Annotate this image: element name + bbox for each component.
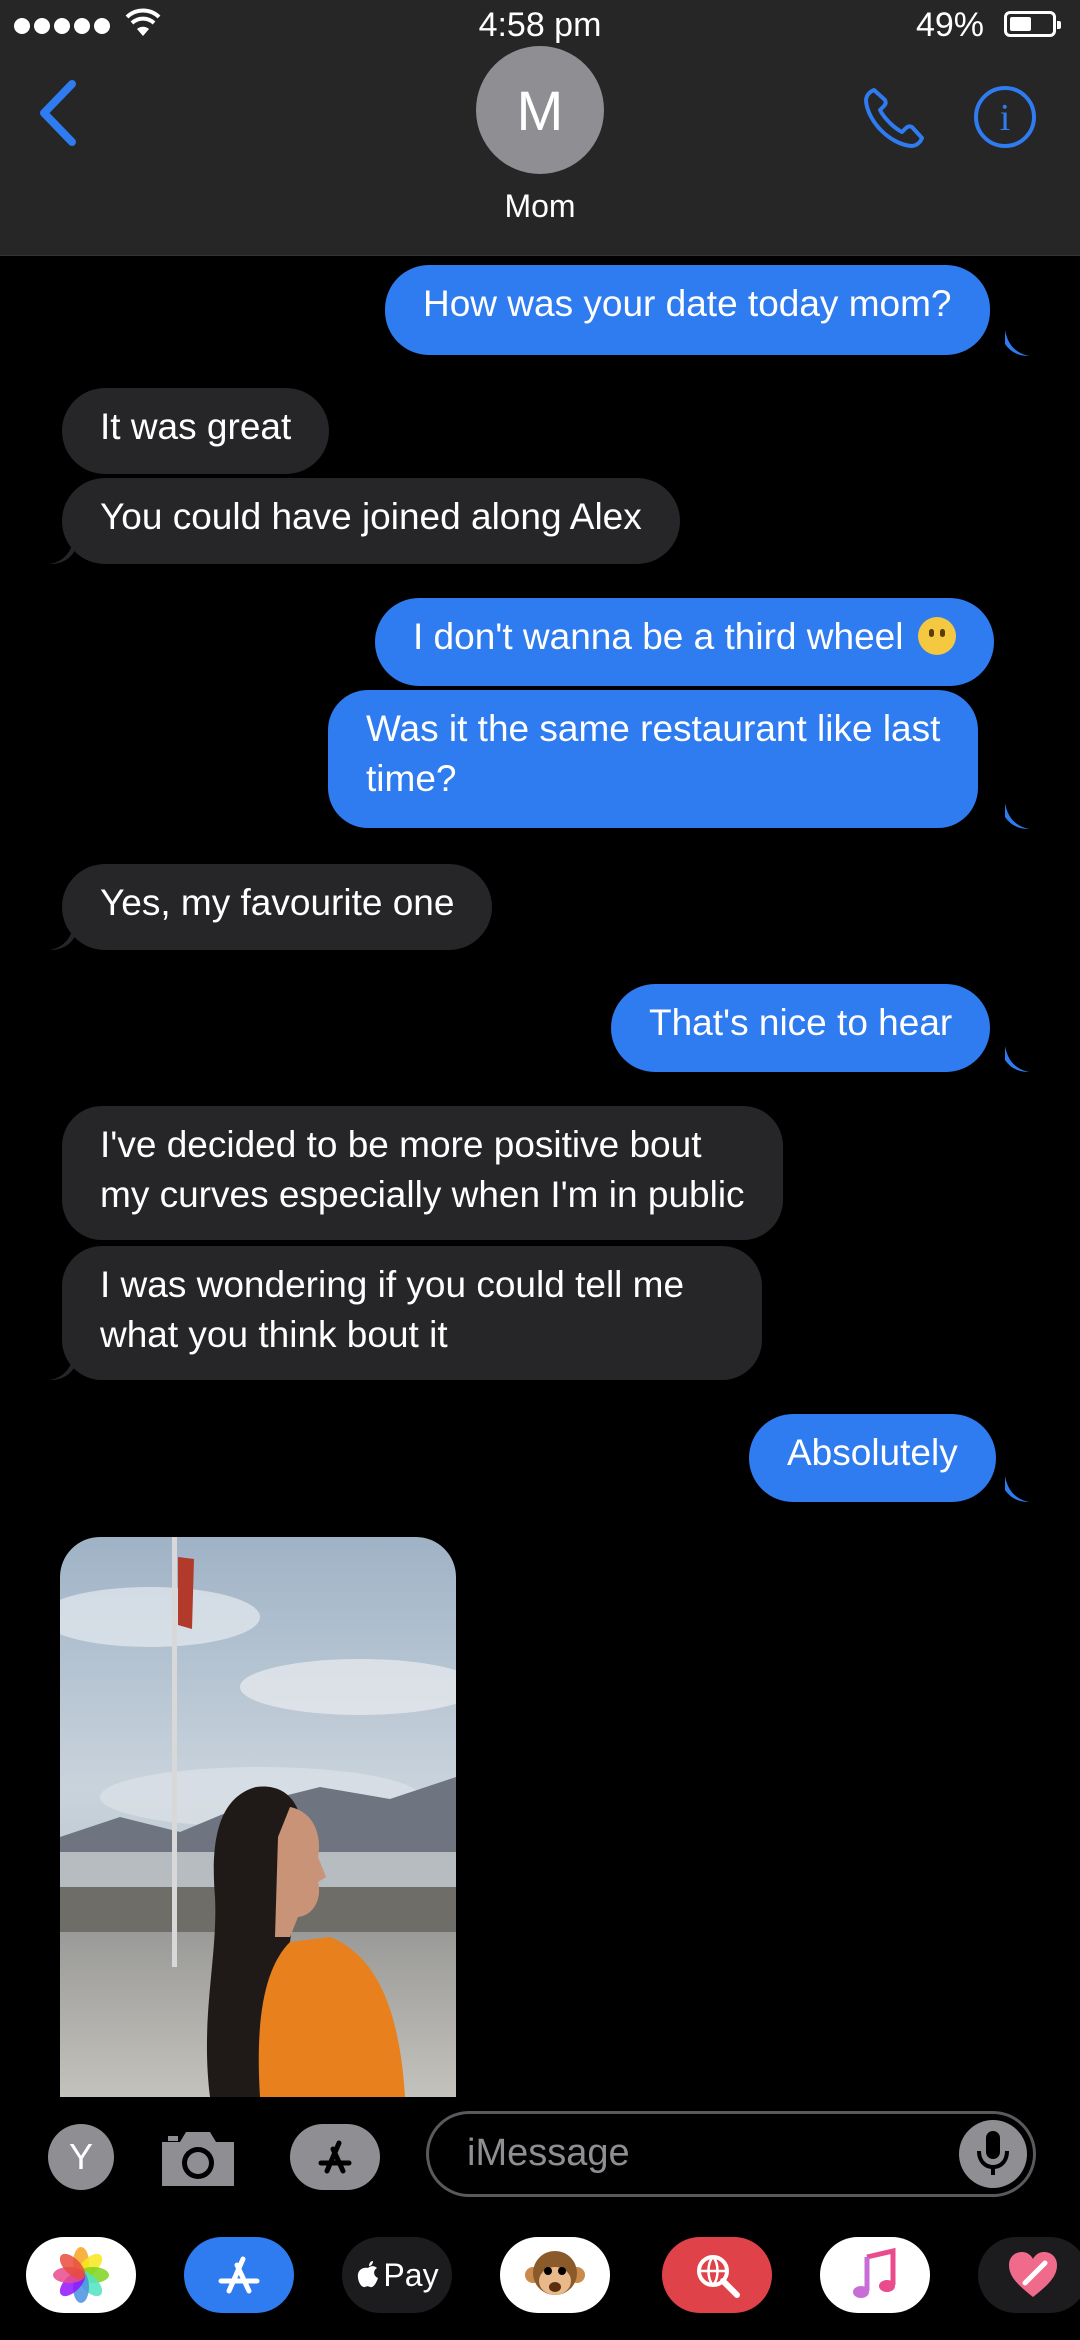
globe-search-icon (697, 2255, 740, 2298)
message-text-line: I was wondering if you could tell me (100, 1264, 685, 1305)
phone-icon[interactable] (860, 84, 928, 152)
bubble-tail (50, 1354, 74, 1380)
photos-icon (53, 2247, 109, 2303)
outgoing-message[interactable]: Absolutely (749, 1414, 996, 1502)
photo-message[interactable] (60, 1537, 456, 2097)
outgoing-message[interactable]: How was your date today mom? (385, 265, 990, 355)
music-note-icon (853, 2247, 896, 2298)
animoji-app-button[interactable] (500, 2237, 610, 2313)
message-text-line: I've decided to be more positive bout (100, 1124, 702, 1165)
message-text-line: what you think bout it (100, 1314, 448, 1355)
no-mouth-face-icon (917, 617, 956, 655)
back-chevron-icon[interactable] (38, 80, 78, 146)
apple-pay-icon (358, 2261, 379, 2288)
music-app-button[interactable] (820, 2237, 930, 2313)
bubble-tail (50, 924, 74, 950)
message-text: Absolutely (787, 1432, 958, 1473)
message-text: How was your date today mom? (423, 283, 952, 324)
photo-thumbnail (60, 1537, 456, 2097)
outgoing-message[interactable]: I don't wanna be a third wheel (375, 598, 994, 686)
message-text: You could have joined along Alex (100, 496, 642, 537)
incoming-message[interactable]: Yes, my favourite one (62, 864, 493, 950)
digital-touch-app-button[interactable] (978, 2237, 1080, 2313)
message-text: Yes, my favourite one (100, 882, 455, 923)
conversation-header: 4:58 pm 49% M Mom i (0, 0, 1080, 256)
y-app-button[interactable]: Y (48, 2124, 114, 2190)
svg-text:i: i (1000, 97, 1011, 139)
info-icon[interactable]: i (972, 84, 1038, 150)
outgoing-message[interactable]: Was it the same restaurant like last tim… (328, 690, 979, 828)
heart-icon (1009, 2252, 1057, 2297)
status-bar: 4:58 pm 49% (0, 0, 1080, 52)
camera-icon[interactable] (158, 2126, 238, 2190)
message-text-line: Was it the same restaurant like last (366, 708, 941, 749)
y-app-label: Y (68, 2136, 93, 2177)
app-store-icon (218, 2256, 260, 2294)
apps-button[interactable] (290, 2124, 380, 2190)
microphone-button[interactable] (959, 2120, 1027, 2188)
images-search-app-button[interactable] (662, 2237, 772, 2313)
battery-percentage: 49% (915, 6, 984, 44)
incoming-message[interactable]: I was wondering if you could tell me wha… (62, 1246, 762, 1380)
message-text: I don't wanna be a third wheel (413, 616, 904, 657)
outgoing-message[interactable]: That's nice to hear (611, 984, 991, 1072)
bubble-tail (1005, 803, 1029, 829)
incoming-message[interactable]: You could have joined along Alex (62, 478, 680, 564)
message-text: That's nice to hear (649, 1002, 953, 1043)
contact-avatar[interactable]: M (476, 46, 604, 174)
microphone-icon (977, 2131, 1009, 2175)
incoming-message[interactable]: It was great (62, 388, 330, 474)
battery-icon (1004, 11, 1061, 37)
incoming-message[interactable]: I've decided to be more positive bout my… (62, 1106, 783, 1240)
bubble-tail (1005, 330, 1029, 356)
message-input-field[interactable]: iMessage (426, 2111, 1036, 2197)
app-store-icon (318, 2140, 352, 2174)
message-input-placeholder: iMessage (467, 2132, 630, 2174)
monkey-icon (525, 2251, 585, 2295)
bubble-tail (1005, 1476, 1029, 1502)
photos-app-button[interactable] (26, 2237, 136, 2313)
app-store-app-button[interactable] (184, 2237, 294, 2313)
bubble-tail (50, 538, 74, 564)
avatar-initial: M (516, 78, 564, 142)
apple-pay-app-button[interactable]: Pay (342, 2237, 452, 2313)
apple-pay-label: Pay (383, 2256, 439, 2293)
message-text-line: my curves especially when I'm in public (100, 1174, 745, 1215)
contact-name[interactable]: Mom (0, 188, 1080, 225)
message-text-line: time? (366, 758, 457, 799)
message-text: It was great (100, 406, 292, 447)
bubble-tail (1005, 1046, 1029, 1072)
